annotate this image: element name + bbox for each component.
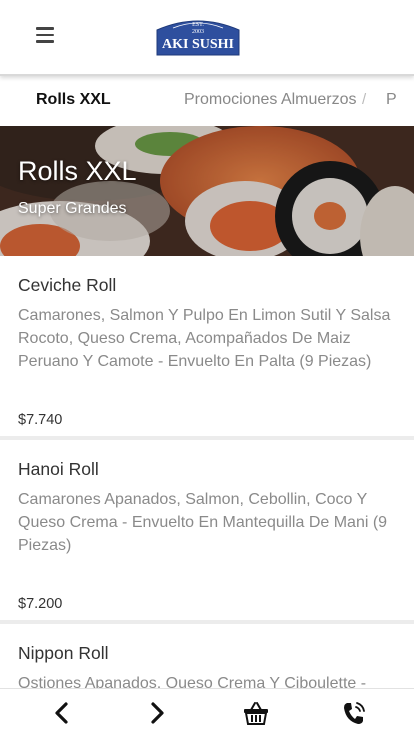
tab-promociones-almuerzos[interactable]: Promociones Almuerzos xyxy=(184,91,357,109)
tab-separator: / xyxy=(362,91,367,108)
logo-est-text: EST. xyxy=(192,22,204,28)
product-price: $7.740 xyxy=(18,412,63,428)
product-price: $7.200 xyxy=(18,596,63,612)
chevron-left-icon[interactable] xyxy=(48,699,76,727)
logo-name-text: AKI SUSHI xyxy=(162,37,234,52)
hamburger-menu-icon[interactable] xyxy=(36,27,56,43)
product-card[interactable]: Hanoi Roll Camarones Apanados, Salmon, C… xyxy=(0,440,414,624)
product-name: Ceviche Roll xyxy=(18,275,117,295)
product-description: Camarones, Salmon Y Pulpo En Limon Sutil… xyxy=(18,307,391,370)
aki-sushi-logo[interactable]: EST. 2003 AKI SUSHI xyxy=(155,16,241,56)
tab-next-partial[interactable]: P xyxy=(386,91,397,109)
logo-year-text: 2003 xyxy=(192,29,204,35)
bottom-navigation xyxy=(0,688,414,736)
phone-icon[interactable] xyxy=(340,699,368,727)
product-description: Camarones Apanados, Salmon, Cebollin, Co… xyxy=(18,491,388,554)
product-card[interactable]: Nippon Roll Ostiones Apanados, Queso Cre… xyxy=(0,624,414,694)
sushi-hero-image xyxy=(0,126,414,256)
hero-subtitle: Super Grandes xyxy=(18,200,127,217)
hero-title: Rolls XXL xyxy=(18,156,137,186)
product-name: Hanoi Roll xyxy=(18,459,99,479)
product-card[interactable]: Ceviche Roll Camarones, Salmon Y Pulpo E… xyxy=(0,256,414,440)
product-list: Ceviche Roll Camarones, Salmon Y Pulpo E… xyxy=(0,256,414,694)
category-hero-banner: Rolls XXL Super Grandes xyxy=(0,126,414,256)
chevron-right-icon[interactable] xyxy=(143,699,171,727)
product-name: Nippon Roll xyxy=(18,643,109,663)
basket-icon[interactable] xyxy=(242,699,270,727)
app-header: EST. 2003 AKI SUSHI xyxy=(0,0,414,76)
category-tabs: Rolls XXL Promociones Almuerzos / P xyxy=(0,78,414,126)
tab-rolls-xxl[interactable]: Rolls XXL xyxy=(36,91,111,109)
